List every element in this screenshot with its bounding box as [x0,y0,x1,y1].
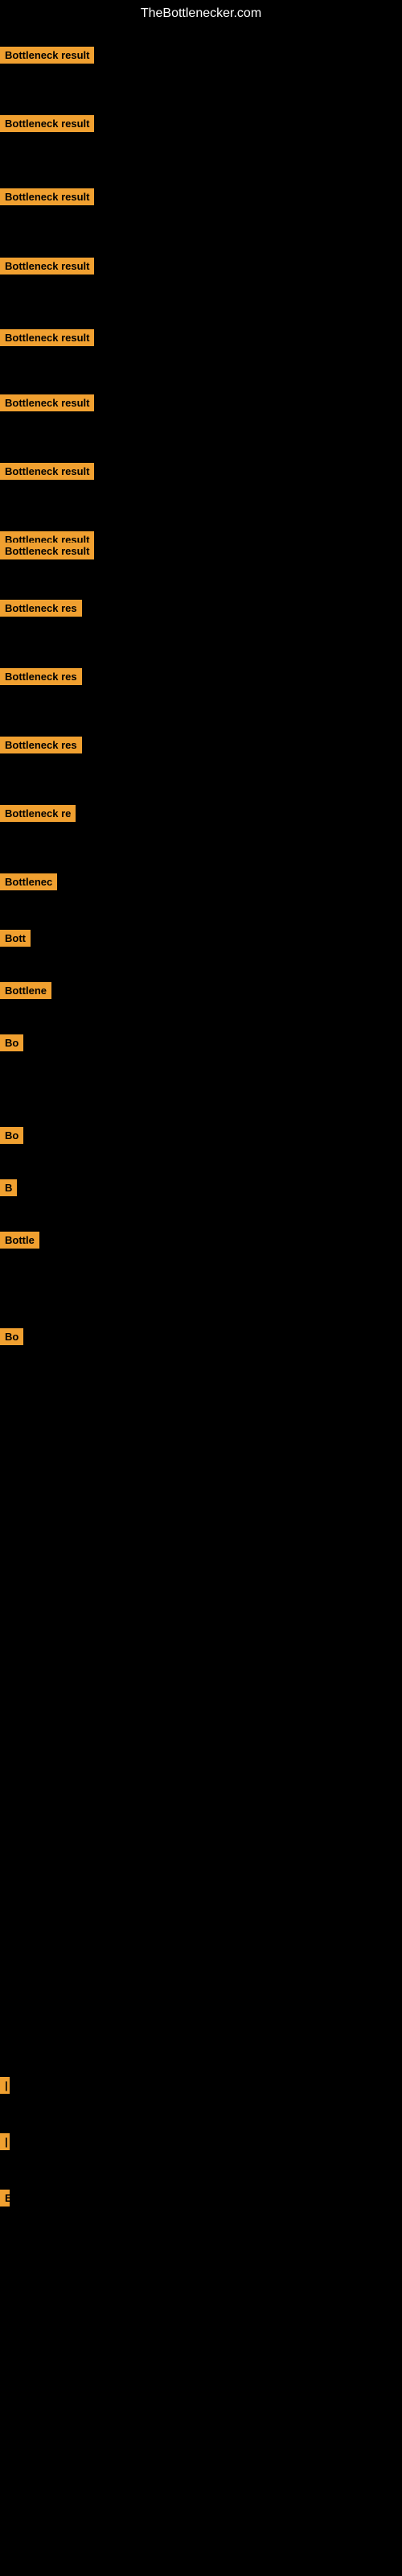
bottleneck-badge-15: Bott [0,930,31,947]
bottleneck-badge-18: Bo [0,1127,23,1144]
bottleneck-badge-1: Bottleneck result [0,47,94,64]
bottleneck-badge-6: Bottleneck result [0,394,94,411]
bottleneck-badge-10: Bottleneck res [0,600,82,617]
bottleneck-badge-14: Bottlenec [0,873,57,890]
bottleneck-badge-16: Bottlene [0,982,51,999]
bottleneck-badge-19: B [0,1179,17,1196]
bottleneck-badge-23: | [0,2133,10,2150]
bottleneck-badge-13: Bottleneck re [0,805,76,822]
bottleneck-badge-4: Bottleneck result [0,258,94,275]
bottleneck-badge-20: Bottle [0,1232,39,1249]
site-title: TheBottlenecker.com [0,0,402,27]
bottleneck-badge-2: Bottleneck result [0,115,94,132]
bottleneck-badge-3: Bottleneck result [0,188,94,205]
bottleneck-badge-11: Bottleneck res [0,668,82,685]
bottleneck-badge-22: | [0,2077,10,2094]
bottleneck-badge-24: E [0,2190,10,2207]
bottleneck-badge-5: Bottleneck result [0,329,94,346]
bottleneck-badge-7: Bottleneck result [0,463,94,480]
bottleneck-badge-12: Bottleneck res [0,737,82,753]
bottleneck-badge-17: Bo [0,1034,23,1051]
bottleneck-badge-21: Bo [0,1328,23,1345]
bottleneck-badge-9: Bottleneck result [0,543,94,559]
